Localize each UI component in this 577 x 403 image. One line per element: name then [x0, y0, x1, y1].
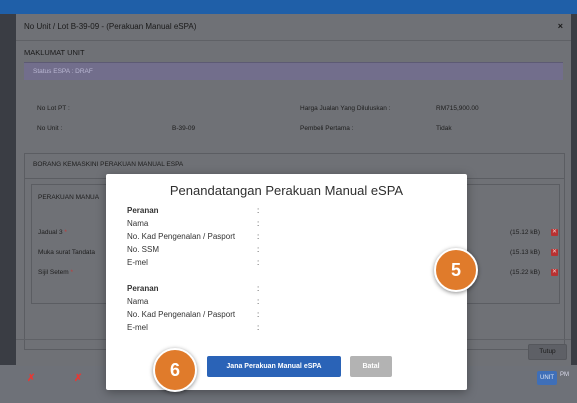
- colon: :: [257, 323, 260, 332]
- jana-perakuan-button[interactable]: Jana Perakuan Manual eSPA: [207, 356, 341, 377]
- background-unit-button[interactable]: UNIT: [537, 371, 557, 385]
- step-marker-6: 6: [153, 348, 197, 392]
- background-pm-label: PM: [560, 372, 569, 378]
- background-x-icon: ✗: [74, 373, 83, 384]
- dialog-title: Penandatangan Perakuan Manual eSPA: [169, 183, 404, 198]
- colon: :: [257, 258, 260, 267]
- nama-label: Nama: [127, 219, 149, 228]
- document-label-jadual-3: Jadual 3 *: [38, 229, 67, 236]
- file-size: (15.13 kB): [510, 249, 540, 256]
- no-lot-pt-label: No Lot PT :: [37, 105, 70, 112]
- colon: :: [257, 245, 260, 254]
- perakuan-title: PERAKUAN MANUA: [38, 194, 100, 201]
- delete-file-icon[interactable]: ✕: [551, 249, 558, 256]
- pembeli-value: Tidak: [436, 125, 452, 132]
- harga-value: RM715,900.00: [436, 105, 479, 112]
- ssm-label: No. SSM: [127, 245, 160, 254]
- ic-passport-label: No. Kad Pengenalan / Pasport: [127, 232, 236, 241]
- background-header: [0, 0, 577, 14]
- borang-title: BORANG KEMASKINI PERAKUAN MANUAL ESPA: [33, 161, 184, 168]
- pembeli-label: Pembeli Pertama :: [300, 125, 354, 132]
- status-espa-text: Status ESPA : DRAF: [33, 68, 93, 75]
- step-marker-5: 5: [434, 248, 478, 292]
- colon: :: [257, 219, 260, 228]
- email-label: E-mel: [127, 258, 148, 267]
- colon: :: [257, 284, 260, 293]
- email-label: E-mel: [127, 323, 148, 332]
- nama-label: Nama: [127, 297, 149, 306]
- no-unit-value: B-39-09: [172, 125, 196, 132]
- colon: :: [257, 297, 260, 306]
- batal-button[interactable]: Batal: [350, 356, 392, 377]
- delete-file-icon[interactable]: ✕: [551, 229, 558, 236]
- peranan-label: Peranan: [127, 206, 159, 215]
- colon: :: [257, 232, 260, 241]
- harga-label: Harga Jualan Yang Diluluskan :: [300, 105, 391, 112]
- no-unit-label: No Unit :: [37, 125, 63, 132]
- colon: :: [257, 206, 260, 215]
- colon: :: [257, 310, 260, 319]
- peranan-label: Peranan: [127, 284, 159, 293]
- status-bar: Status ESPA : DRAF: [24, 62, 563, 80]
- file-size: (15.22 kB): [510, 269, 540, 276]
- background-x-icon: ✗: [27, 373, 36, 384]
- document-label-sijil-setem: Sijil Setem *: [38, 269, 74, 276]
- outer-modal-title: No Unit / Lot B-39-09 - (Perakuan Manual…: [24, 22, 197, 31]
- file-size: (15.12 kB): [510, 229, 540, 236]
- outer-modal-header: No Unit / Lot B-39-09 - (Perakuan Manual…: [16, 14, 571, 41]
- ic-passport-label: No. Kad Pengenalan / Pasport: [127, 310, 236, 319]
- tutup-button[interactable]: Tutup: [528, 344, 567, 360]
- document-label-muka-surat: Muka surat Tandata: [38, 249, 95, 256]
- close-icon[interactable]: ×: [558, 21, 563, 31]
- delete-file-icon[interactable]: ✕: [551, 269, 558, 276]
- section-title-maklumat-unit: MAKLUMAT UNIT: [24, 48, 85, 57]
